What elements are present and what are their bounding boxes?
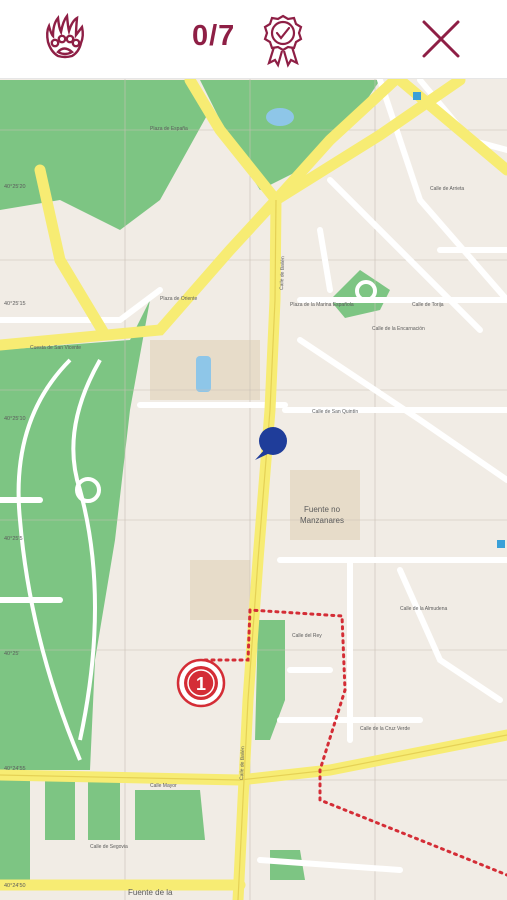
street-label: Calle de la Encarnación — [372, 326, 425, 332]
street-label: Cuesta de San Vicente — [30, 345, 81, 351]
street-label: Plaza de España — [150, 126, 188, 132]
metro-icon — [413, 92, 421, 100]
stop-number: 1 — [196, 674, 206, 694]
coordinate-label: 40°25'10 — [4, 416, 26, 422]
coordinate-label: 40°25' — [4, 651, 20, 657]
top-bar: 0/7 — [0, 0, 507, 79]
street-label: Calle de Torija — [412, 302, 444, 308]
paw-icon[interactable] — [42, 12, 88, 68]
progress-counter: 0/7 — [192, 20, 236, 52]
street-label: Calle de la Almudena — [400, 606, 447, 612]
district-label: Manzanares — [300, 516, 344, 525]
coordinate-label: 40°24'50 — [4, 883, 26, 889]
coordinate-label: 40°25'5 — [4, 536, 23, 542]
coordinate-label: 40°24'55 — [4, 766, 26, 772]
close-icon[interactable] — [418, 16, 464, 62]
route-stop-marker[interactable]: 1 — [176, 658, 226, 708]
metro-icon — [497, 540, 505, 548]
coordinate-label: 40°25'20 — [4, 184, 26, 190]
street-label: Plaza de Oriente — [160, 296, 197, 302]
street-label: Calle de la Cruz Verde — [360, 726, 410, 732]
street-label: Calle Mayor — [150, 783, 177, 789]
coordinate-label: 40°25'15 — [4, 301, 26, 307]
street-label: Calle de Bailén — [279, 256, 286, 290]
street-label: Calle de Arrieta — [430, 186, 464, 192]
street-label: Calle de Segovia — [90, 844, 128, 850]
street-label: Plaza de la Marina Española — [290, 302, 354, 308]
award-badge-icon — [258, 12, 308, 68]
bottom-place-label: Fuente de la — [128, 888, 173, 897]
map-view[interactable]: Plaza de España Calle de Bailén Cuesta d… — [0, 78, 507, 900]
district-label: Fuente no — [304, 505, 341, 514]
street-label: Calle del Rey — [292, 633, 322, 639]
street-label: Calle de San Quintín — [312, 409, 358, 415]
street-label: Calle de Bailén — [239, 746, 246, 780]
